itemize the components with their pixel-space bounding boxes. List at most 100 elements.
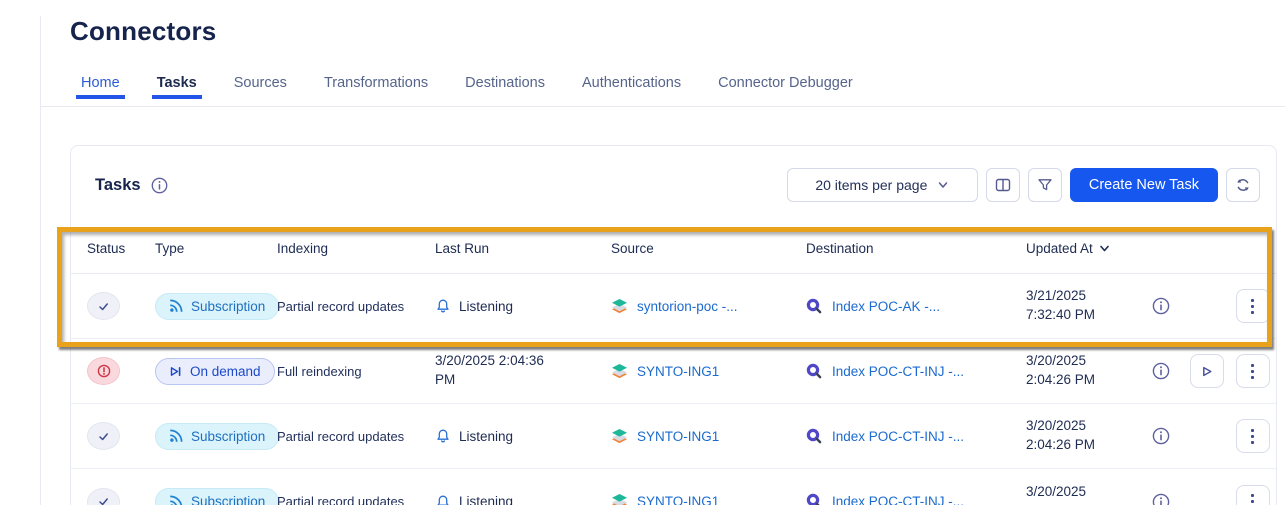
on-demand-icon [170,366,181,376]
tabs-bar: Home Tasks Sources Transformations Destinati… [40,73,1285,107]
source-layers-icon [612,363,627,378]
type-pill: Subscription [155,488,280,505]
last-run-datetime: 3/20/2025 2:04:36 PM [435,353,544,387]
columns-layout-button[interactable] [985,168,1020,202]
panel-header: Tasks 20 items per page Create New Task [71,146,1276,224]
updated-time: 7:32:40 PM [1026,307,1096,322]
type-label: Subscription [191,428,266,444]
bell-icon [437,495,449,505]
tabs: Home Tasks Sources Transformations Destinati… [76,73,1285,106]
last-run-cell: Listening Listening [435,494,611,505]
rss-icon [170,429,183,442]
column-header-label: Source [611,241,654,256]
updated-date: 3/20/2025 [1026,353,1087,369]
indexing-cell: Partial record updates [277,298,405,314]
updated-at-cell: 3/20/2025 2:04:26 PM [1026,417,1137,455]
source-link[interactable]: SYNTO-ING1 [637,364,719,379]
filter-button[interactable] [1027,168,1062,202]
source-cell: SYNTO-ING1 [611,428,806,445]
type-label: On demand [190,363,261,379]
row-menu-button[interactable] [1235,354,1270,388]
row-menu-button[interactable] [1235,419,1270,453]
refresh-icon [1237,179,1249,191]
source-link[interactable]: SYNTO-ING1 [637,494,719,505]
destination-link[interactable]: Index POC-CT-INJ -... [832,364,964,379]
destination-link[interactable]: Index POC-CT-INJ -... [832,494,964,505]
last-run-label: Listening [459,494,514,505]
status-check-icon [99,432,108,440]
destination-index-icon [806,298,822,313]
row-info-button[interactable] [1149,294,1173,318]
updated-time: 1:32:44 PM [1026,502,1137,505]
row-menu-button[interactable] [1235,289,1270,323]
column-header-label: Indexing [277,241,329,256]
rss-icon [170,299,183,312]
refresh-button[interactable] [1226,168,1260,202]
indexing-cell: Full reindexing [277,363,362,379]
destination-cell: Index POC-AK -... [806,298,1026,315]
tab-home[interactable]: Home [76,73,125,99]
kebab-icon [1251,298,1254,314]
updated-date: 3/21/2025 [1026,288,1087,304]
items-per-page-dropdown[interactable]: 20 items per page [786,168,978,202]
table-row: Subscription Partial record updates List… [71,469,1276,505]
column-header-label: Updated At [1026,241,1093,256]
status-check-icon [99,498,108,505]
tab-destinations[interactable]: Destinations [464,73,546,93]
updated-time: 2:04:26 PM [1026,372,1096,387]
info-icon[interactable] [150,176,169,195]
indexing-cell: Partial record updates [277,494,405,505]
status-badge [87,292,120,320]
column-header-label: Last Run [435,241,490,256]
panel-title: Tasks [95,175,141,194]
type-label: Subscription [191,298,266,314]
source-link[interactable]: SYNTO-ING1 [637,429,719,444]
columns-icon [995,178,1011,192]
row-info-button[interactable] [1149,424,1173,448]
row-info-button[interactable] [1149,359,1173,383]
kebab-icon [1251,494,1254,505]
updated-at-cell: 3/20/2025 2:04:26 PM [1026,352,1137,390]
type-pill: Subscription [155,422,280,450]
status-check-icon [99,302,108,310]
updated-at-cell: 3/20/2025 1:32:44 PM [1026,483,1137,505]
column-header-last-run: Last Run [435,241,611,256]
tasks-panel: Tasks 20 items per page Create New Task … [70,145,1277,505]
destination-link[interactable]: Index POC-AK -... [832,299,940,314]
column-header-type: Type [155,241,277,256]
run-task-button[interactable] [1189,354,1224,388]
play-icon [1203,366,1212,376]
destination-cell: Index POC-CT-INJ -... [806,428,1026,445]
page-title: Connectors [70,16,217,46]
create-new-task-button[interactable]: Create New Task [1069,168,1218,202]
table-row: On demand Full reindexing 3/20/2025 2:04… [71,339,1276,404]
tab-authentications[interactable]: Authentications [581,73,682,93]
tab-sources[interactable]: Sources [233,73,288,93]
tab-transformations[interactable]: Transformations [323,73,429,93]
type-label: Subscription [191,494,266,505]
type-pill: Subscription [155,292,280,320]
table-row: Subscription Partial record updates List… [71,404,1276,469]
row-info-button[interactable] [1149,490,1173,505]
status-badge [87,487,120,505]
status-error-icon [97,364,110,378]
row-menu-button[interactable] [1235,484,1270,505]
last-run-cell: Listening Listening [435,298,611,314]
column-header-destination: Destination [806,241,1026,256]
status-cell [87,487,155,505]
source-layers-icon [612,428,627,443]
chevron-down-icon [939,182,948,188]
destination-link[interactable]: Index POC-CT-INJ -... [832,429,964,444]
tab-tasks[interactable]: Tasks [151,73,202,99]
tab-connector-debugger[interactable]: Connector Debugger [717,73,854,93]
last-run-label: Listening [459,298,514,314]
source-link[interactable]: syntorion-poc -... [637,299,738,314]
last-run-cell: 3/20/2025 2:04:36 PM 3/20/2025 2:04:36 P… [435,352,611,390]
indexing-cell: Partial record updates [277,428,405,444]
status-cell [87,292,155,320]
column-header-source: Source [611,241,806,256]
column-header-updated-at[interactable]: Updated At [1026,241,1137,256]
source-cell: SYNTO-ING1 [611,493,806,505]
column-header-status: Status [87,241,155,256]
kebab-icon [1251,428,1254,444]
